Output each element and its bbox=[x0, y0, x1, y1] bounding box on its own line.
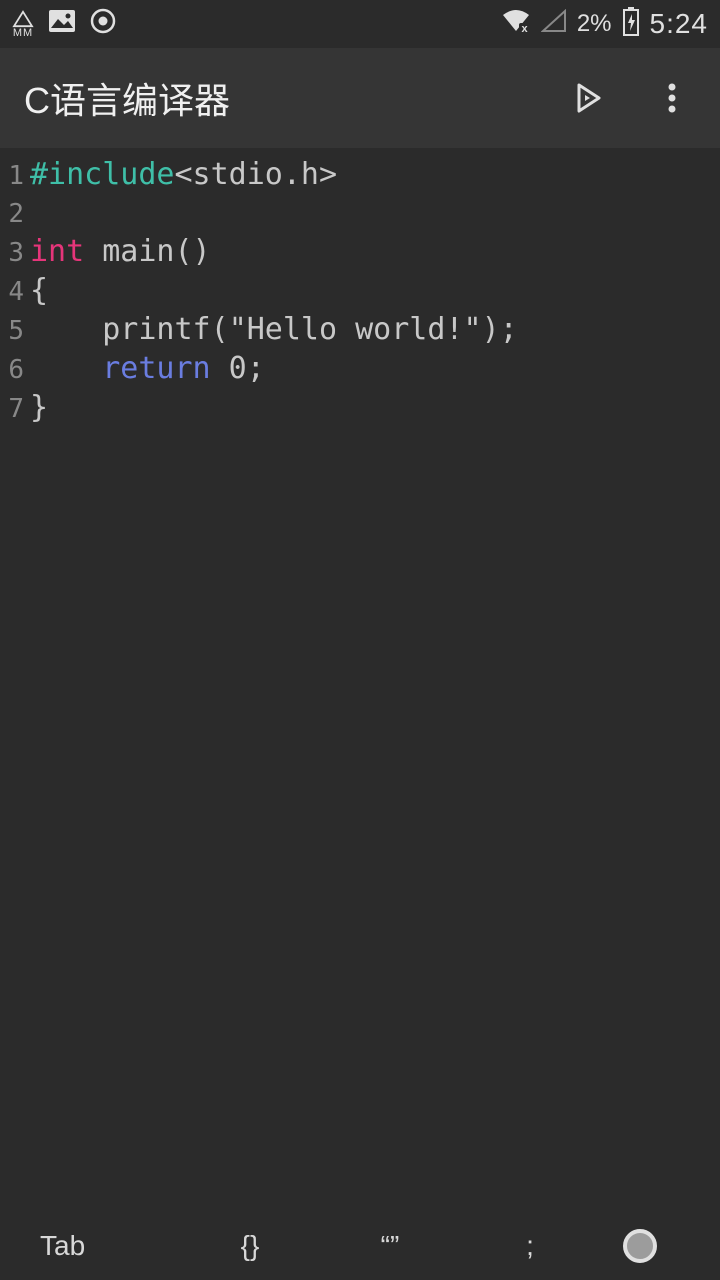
line-number: 2 bbox=[0, 195, 30, 233]
record-circle-icon bbox=[623, 1229, 657, 1263]
code-line[interactable]: 5 printf("Hello world!"); bbox=[0, 311, 720, 350]
line-number: 6 bbox=[0, 351, 30, 389]
code-line[interactable]: 6 return 0; bbox=[0, 350, 720, 389]
code-line[interactable]: 7} bbox=[0, 389, 720, 428]
record-icon bbox=[90, 8, 116, 41]
status-time: 5:24 bbox=[650, 8, 709, 40]
code-content[interactable]: { bbox=[30, 272, 48, 310]
code-content[interactable]: return 0; bbox=[30, 350, 265, 388]
keyboard-helper-bar: Tab {} “” ; bbox=[0, 1210, 720, 1280]
overflow-menu-button[interactable] bbox=[648, 74, 696, 122]
line-number: 5 bbox=[0, 312, 30, 350]
wifi-icon: x bbox=[501, 9, 531, 40]
code-editor[interactable]: 1#include<stdio.h>23int main()4{5 printf… bbox=[0, 148, 720, 1210]
code-content[interactable]: int main() bbox=[30, 233, 211, 271]
line-number: 1 bbox=[0, 157, 30, 195]
code-content[interactable]: #include<stdio.h> bbox=[30, 156, 337, 194]
battery-icon bbox=[622, 6, 640, 43]
app-bar: C语言编译器 bbox=[0, 48, 720, 148]
key-braces[interactable]: {} bbox=[180, 1211, 320, 1280]
code-line[interactable]: 4{ bbox=[0, 272, 720, 311]
run-button[interactable] bbox=[564, 74, 612, 122]
line-number: 3 bbox=[0, 234, 30, 272]
signal-icon bbox=[541, 9, 567, 40]
code-line[interactable]: 1#include<stdio.h> bbox=[0, 156, 720, 195]
key-quotes[interactable]: “” bbox=[320, 1211, 460, 1280]
code-line[interactable]: 2 bbox=[0, 195, 720, 233]
code-content[interactable]: } bbox=[30, 389, 48, 427]
app-title: C语言编译器 bbox=[24, 72, 528, 124]
code-content[interactable]: printf("Hello world!"); bbox=[30, 311, 518, 349]
line-number: 4 bbox=[0, 273, 30, 311]
svg-text:x: x bbox=[521, 23, 528, 33]
status-right: x 2% 5:24 bbox=[501, 6, 708, 43]
gallery-icon bbox=[48, 9, 76, 40]
key-record[interactable] bbox=[600, 1211, 720, 1280]
line-number: 7 bbox=[0, 390, 30, 428]
status-left: MM bbox=[12, 8, 116, 41]
battery-percent: 2% bbox=[577, 10, 612, 38]
code-line[interactable]: 3int main() bbox=[0, 233, 720, 272]
key-semicolon[interactable]: ; bbox=[460, 1211, 600, 1280]
status-bar: MM x 2% 5:24 bbox=[0, 0, 720, 48]
mm-icon: MM bbox=[12, 10, 34, 39]
key-tab[interactable]: Tab bbox=[0, 1211, 180, 1280]
